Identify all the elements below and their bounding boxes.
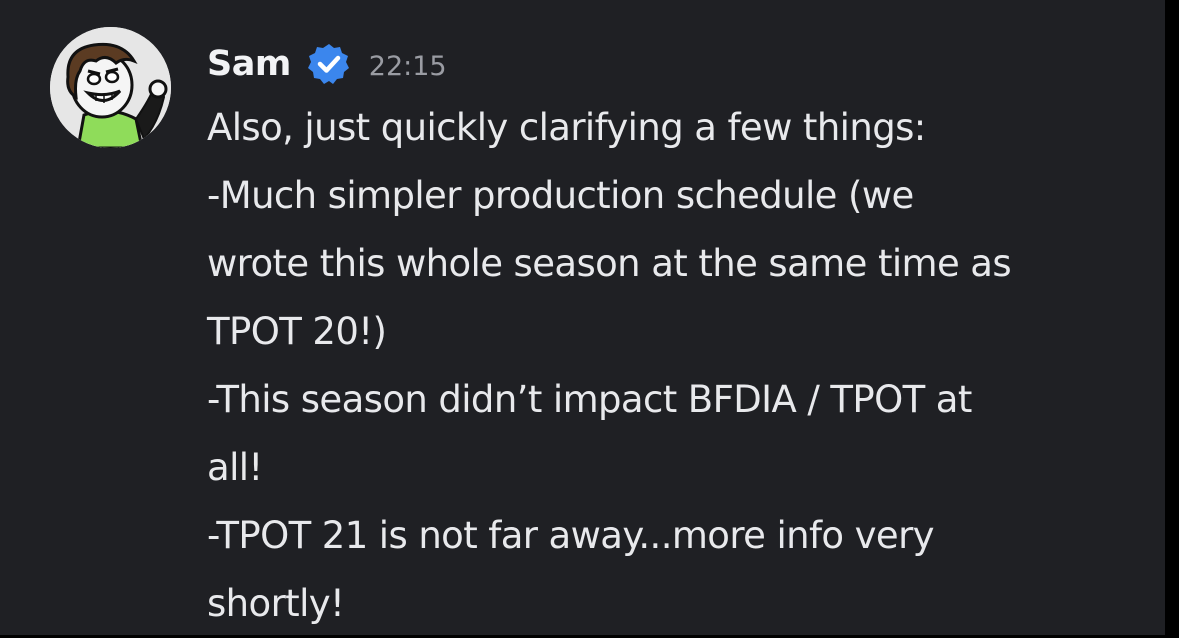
message-line: shortly! (207, 582, 345, 625)
message-timestamp: 22:15 (368, 50, 447, 82)
message-header: Sam 22:15 (207, 36, 447, 92)
message-line: all! (207, 446, 263, 489)
message-line: TPOT 20!) (207, 310, 387, 353)
message-line: wrote this whole season at the same time… (207, 242, 1012, 285)
message-panel: Sam 22:15 Also, just quickly clarifying … (0, 0, 1165, 635)
message-line: -This season didn’t impact BFDIA / TPOT … (207, 378, 972, 421)
cartoon-avatar-icon (50, 27, 171, 148)
message-line: Also, just quickly clarifying a few thin… (207, 106, 926, 149)
avatar[interactable] (50, 27, 171, 148)
username[interactable]: Sam (207, 46, 291, 82)
message-line: -Much simpler production schedule (we (207, 174, 914, 217)
verified-checkmark-icon (305, 40, 353, 88)
message-line: -TPOT 21 is not far away...more info ver… (207, 514, 935, 557)
message-content: Also, just quickly clarifying a few thin… (207, 94, 1137, 638)
